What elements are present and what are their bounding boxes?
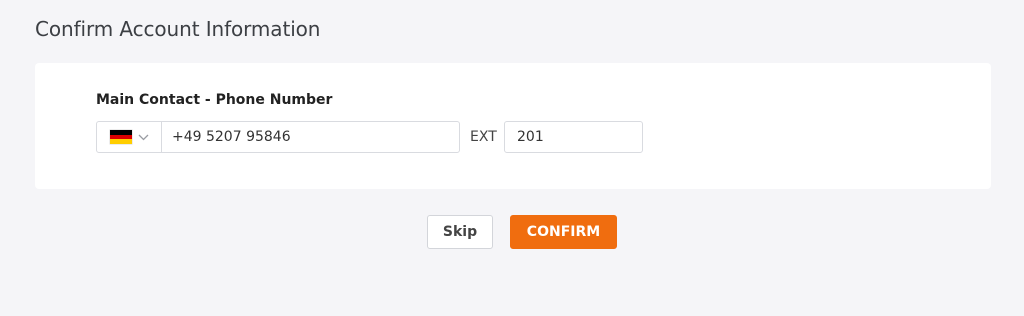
phone-field-label: Main Contact - Phone Number [96,92,333,108]
skip-button[interactable]: Skip [427,215,493,249]
page-title: Confirm Account Information [35,17,321,41]
account-info-card: Main Contact - Phone Number EXT [35,63,991,189]
ext-label: EXT [470,129,497,145]
country-code-select[interactable] [97,122,162,152]
germany-flag-icon [109,130,132,145]
phone-input-group [96,121,460,153]
confirm-button[interactable]: CONFIRM [510,215,617,249]
chevron-down-icon [138,134,149,141]
phone-number-input[interactable] [162,122,459,152]
extension-input[interactable] [504,121,643,153]
